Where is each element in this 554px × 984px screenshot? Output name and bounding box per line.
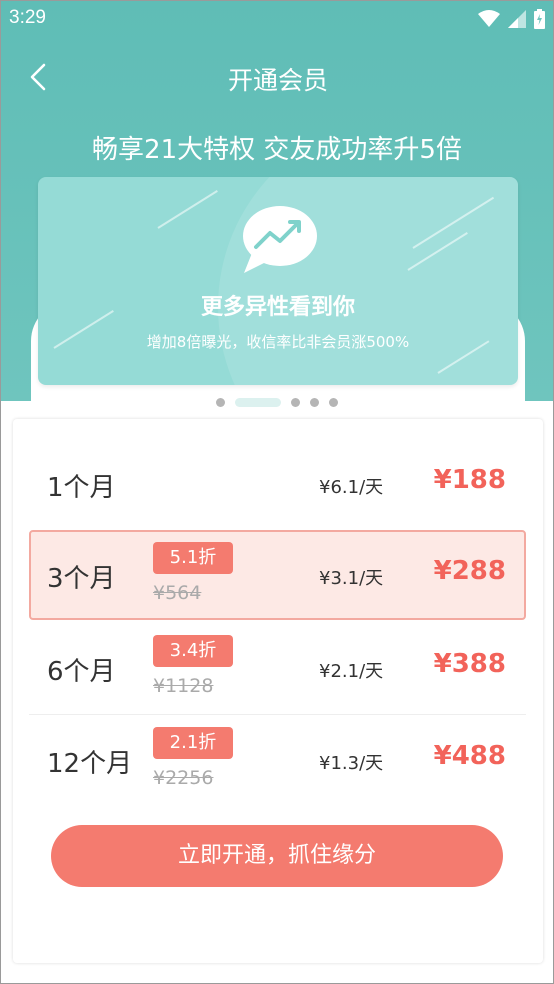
banner-description: 增加8倍曝光，收信率比非会员涨500% xyxy=(146,333,410,351)
carousel-dot[interactable] xyxy=(329,397,338,407)
plan-daily-price: ¥3.1/天 xyxy=(319,568,384,589)
plan-row-6-month[interactable]: 6个月 3.4折 ¥1128 ¥2.1/天 ¥388 xyxy=(29,623,526,713)
plan-period: 3个月 xyxy=(47,564,116,594)
discount-badge: 2.1折 xyxy=(153,727,233,759)
plan-price: ¥288 xyxy=(433,556,506,586)
battery-icon xyxy=(534,9,545,33)
carousel-dot[interactable] xyxy=(216,397,225,407)
plan-original-price: ¥564 xyxy=(153,582,202,604)
trend-chat-icon xyxy=(240,205,318,275)
discount-badge: 5.1折 xyxy=(153,542,233,574)
plan-daily-price: ¥6.1/天 xyxy=(319,477,384,498)
plan-row-1-month[interactable]: 1个月 ¥6.1/天 ¥188 xyxy=(29,439,526,529)
plan-row-12-month[interactable]: 12个月 2.1折 ¥2256 ¥1.3/天 ¥488 xyxy=(29,715,526,805)
signal-icon xyxy=(508,10,526,32)
plan-price: ¥388 xyxy=(433,649,506,679)
carousel-dot[interactable] xyxy=(310,397,319,407)
plan-original-price: ¥1128 xyxy=(153,675,214,697)
banner-title: 更多异性看到你 xyxy=(200,295,355,320)
nav-bar: 开通会员 xyxy=(1,49,553,105)
plan-row-3-month[interactable]: 3个月 5.1折 ¥564 ¥3.1/天 ¥288 xyxy=(29,530,526,620)
plan-period: 6个月 xyxy=(47,657,116,687)
plan-daily-price: ¥1.3/天 xyxy=(319,753,384,774)
carousel-dot[interactable] xyxy=(291,397,300,407)
carousel-dot-active[interactable] xyxy=(235,397,281,407)
privilege-banner[interactable]: 更多异性看到你 增加8倍曝光，收信率比非会员涨500% xyxy=(38,177,518,385)
plan-card: 1个月 ¥6.1/天 ¥188 3个月 5.1折 ¥564 ¥3.1/天 ¥28… xyxy=(13,419,543,963)
hero-tagline: 畅享21大特权 交友成功率升5倍 xyxy=(92,135,462,165)
plan-original-price: ¥2256 xyxy=(153,767,214,789)
plan-price: ¥488 xyxy=(433,741,506,771)
discount-badge: 3.4折 xyxy=(153,635,233,667)
plan-price: ¥188 xyxy=(433,465,506,495)
status-icons xyxy=(478,9,545,33)
plan-daily-price: ¥2.1/天 xyxy=(319,661,384,682)
plan-period: 12个月 xyxy=(47,749,133,779)
app-screen: 3:29 开通会员 畅享21大特权 交友成功率升5倍 更多异性看到你 增加8倍曝… xyxy=(0,0,554,984)
page-title: 开通会员 xyxy=(227,66,328,95)
status-bar: 3:29 xyxy=(1,1,553,39)
plan-period: 1个月 xyxy=(47,473,116,503)
subscribe-button[interactable]: 立即开通，抓住缘分 xyxy=(51,825,503,887)
status-time: 3:29 xyxy=(9,7,46,28)
wifi-icon xyxy=(478,10,500,32)
banner-streak xyxy=(157,190,218,229)
carousel-indicator xyxy=(1,396,553,408)
